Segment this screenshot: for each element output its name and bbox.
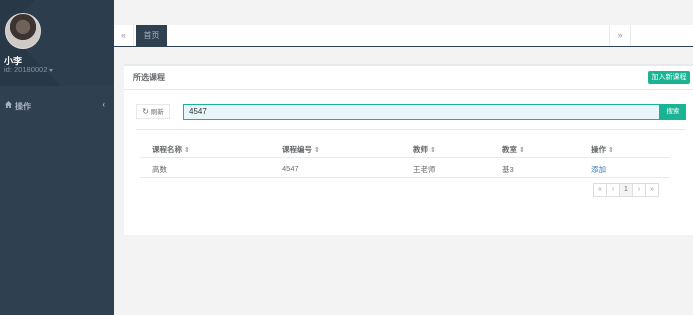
tab-scroll-right-button[interactable]: » xyxy=(609,25,631,46)
column-header-classroom[interactable]: 教室 ⇕ xyxy=(502,144,525,155)
divider xyxy=(124,89,693,90)
tab-bar: « 首页 » xyxy=(114,25,693,47)
page-1-button[interactable]: 1 xyxy=(619,183,633,197)
divider xyxy=(136,129,686,130)
caret-down-icon xyxy=(49,68,54,72)
cell-teacher: 王老师 xyxy=(413,165,436,174)
column-header-course-name[interactable]: 课程名称 ⇕ xyxy=(152,144,190,155)
course-panel: 所选课程 加入新课程 ↻ 刷新 4547 搜索 课程名称 ⇕ 课程编号 ⇕ 教师 ⇕ … xyxy=(124,64,693,235)
chevron-left-icon: ‹ xyxy=(102,100,105,109)
search-button[interactable]: 搜索 xyxy=(660,104,686,120)
cell-classroom: 基3 xyxy=(502,165,514,174)
sidebar-item-label: 操作 xyxy=(15,102,31,111)
table-row-divider xyxy=(140,177,670,178)
table-header-divider xyxy=(140,157,670,158)
tab-home[interactable]: 首页 xyxy=(136,25,167,46)
sort-icon: ⇕ xyxy=(608,147,614,154)
page-first-button[interactable]: « xyxy=(593,183,607,197)
refresh-icon: ↻ xyxy=(142,107,149,116)
page-prev-button[interactable]: ‹ xyxy=(606,183,620,197)
avatar[interactable] xyxy=(5,13,41,49)
pagination: « ‹ 1 › » xyxy=(593,183,659,197)
sort-icon: ⇕ xyxy=(314,147,320,154)
sidebar-item-operations[interactable]: 操作 ‹ xyxy=(0,96,114,114)
panel-title: 所选课程 xyxy=(133,73,165,82)
column-header-action[interactable]: 操作 ⇕ xyxy=(591,144,614,155)
cell-course-code: 4547 xyxy=(282,164,299,173)
search-input[interactable]: 4547 xyxy=(183,104,660,120)
sort-icon: ⇕ xyxy=(430,147,436,154)
home-icon xyxy=(5,101,12,110)
sort-icon: ⇕ xyxy=(184,147,190,154)
cell-course-name: 高数 xyxy=(152,165,167,174)
page-last-button[interactable]: » xyxy=(645,183,659,197)
user-id-dropdown[interactable]: id: 20180002 xyxy=(4,65,54,74)
refresh-button[interactable]: ↻ 刷新 xyxy=(136,104,170,119)
refresh-label: 刷新 xyxy=(150,109,164,116)
column-header-teacher[interactable]: 教师 ⇕ xyxy=(413,144,436,155)
page-next-button[interactable]: › xyxy=(632,183,646,197)
profile-panel: 小李 id: 20180002 xyxy=(0,0,114,86)
user-id-text: id: 20180002 xyxy=(4,65,48,74)
column-header-course-code[interactable]: 课程编号 ⇕ xyxy=(282,144,320,155)
tab-scroll-left-button[interactable]: « xyxy=(114,25,134,46)
add-course-button[interactable]: 加入新课程 xyxy=(648,71,690,84)
add-course-link[interactable]: 添加 xyxy=(591,164,606,175)
sort-icon: ⇕ xyxy=(519,147,525,154)
sidebar: 小李 id: 20180002 操作 ‹ xyxy=(0,0,114,315)
